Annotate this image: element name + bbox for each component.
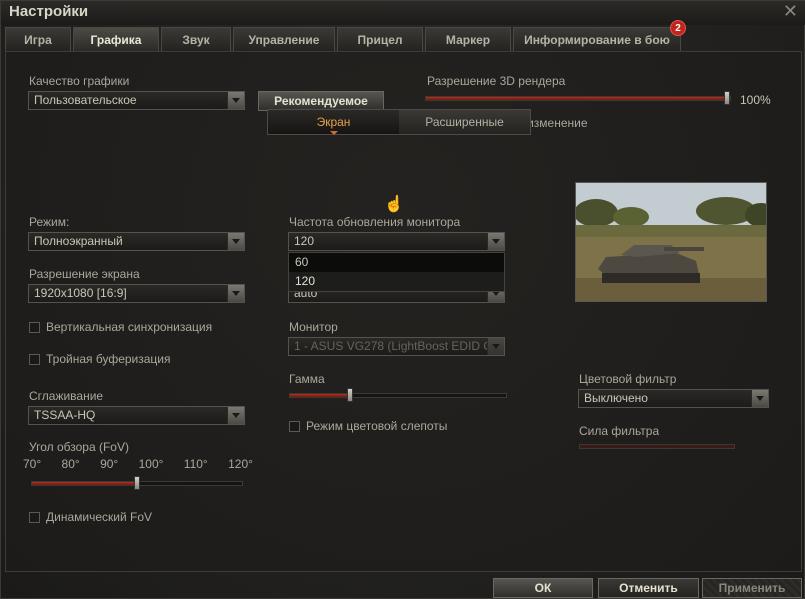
fov-tick: 90° xyxy=(100,457,119,471)
dropdown-option[interactable]: 60 xyxy=(289,253,504,272)
checkbox-box xyxy=(29,511,40,523)
chevron-down-icon xyxy=(227,407,244,424)
fov-slider[interactable] xyxy=(31,476,243,490)
chevron-down-icon xyxy=(487,233,504,250)
subtab-screen[interactable]: Экран xyxy=(268,110,399,135)
vsync-label: Вертикальная синхронизация xyxy=(46,320,213,334)
render-resolution-value: 100% xyxy=(740,93,771,107)
fov-tick: 110° xyxy=(183,457,208,471)
chevron-down-icon xyxy=(227,233,244,250)
tab-reticle[interactable]: Прицел xyxy=(337,27,423,51)
fov-tick: 70° xyxy=(23,457,42,471)
mouse-pointer-icon: ☝ xyxy=(384,196,404,213)
resolution-label: Разрешение экрана xyxy=(29,267,140,281)
dynamic-fov-label: Динамический FoV xyxy=(46,510,153,524)
notification-badge: 2 xyxy=(670,20,686,36)
render-resolution-thumb[interactable] xyxy=(724,91,730,105)
subtab-advanced[interactable]: Расширенные xyxy=(399,110,530,134)
recommended-button[interactable]: Рекомендуемое xyxy=(258,91,384,111)
window-title: Настройки xyxy=(9,3,89,20)
cancel-button[interactable]: Отменить xyxy=(598,578,699,598)
fov-tick: 80° xyxy=(61,457,80,471)
checkbox-box xyxy=(29,321,40,333)
monitor-label: Монитор xyxy=(289,320,338,334)
preview-image xyxy=(575,182,767,302)
quality-select[interactable]: Пользовательское xyxy=(28,91,245,110)
gamma-slider[interactable] xyxy=(289,388,507,402)
filter-strength-label: Сила фильтра xyxy=(579,424,660,438)
settings-window: Настройки ✕ Игра Графика Звук Управление… xyxy=(0,0,805,599)
quality-label: Качество графики xyxy=(29,74,130,88)
close-icon[interactable]: ✕ xyxy=(783,1,798,22)
vsync-checkbox[interactable]: Вертикальная синхронизация xyxy=(29,320,212,334)
tab-marker[interactable]: Маркер xyxy=(425,27,511,51)
filter-strength-slider xyxy=(579,444,735,449)
tab-graphics[interactable]: Графика xyxy=(73,27,159,51)
refresh-rate-label: Частота обновления монитора xyxy=(289,215,461,229)
fov-tick: 120° xyxy=(228,457,253,471)
tab-game[interactable]: Игра xyxy=(5,27,71,51)
title-bar: Настройки ✕ xyxy=(1,1,805,25)
tab-sound[interactable]: Звук xyxy=(161,27,231,51)
mode-select[interactable]: Полноэкранный xyxy=(28,232,245,251)
dynamic-fov-checkbox[interactable]: Динамический FoV xyxy=(29,510,152,524)
chevron-down-icon xyxy=(487,338,504,355)
checkbox-box xyxy=(29,353,40,365)
fov-fill xyxy=(32,482,137,485)
triple-buffer-label: Тройная буферизация xyxy=(46,352,171,366)
subtabs: Экран Расширенные xyxy=(267,109,531,135)
fov-thumb[interactable] xyxy=(134,476,140,490)
aa-label: Сглаживание xyxy=(29,389,104,403)
tab-controls[interactable]: Управление xyxy=(233,27,335,51)
settings-tabs: Игра Графика Звук Управление Прицел Марк… xyxy=(5,20,686,51)
colorblind-checkbox[interactable]: Режим цветовой слепоты xyxy=(289,419,447,433)
fov-tick-labels: 70° 80° 90° 100° 110° 120° xyxy=(23,457,253,471)
gamma-label: Гамма xyxy=(289,372,325,386)
aa-select[interactable]: TSSAA-HQ xyxy=(28,406,245,425)
gamma-thumb[interactable] xyxy=(347,388,354,402)
dropdown-option-selected[interactable]: 120 xyxy=(289,272,504,291)
gamma-fill xyxy=(290,394,351,397)
fov-tick: 100° xyxy=(138,457,164,471)
filter-strength-fill xyxy=(580,445,734,448)
render-resolution-slider[interactable] xyxy=(425,91,731,105)
fov-label: Угол обзора (FoV) xyxy=(29,440,129,454)
mode-label: Режим: xyxy=(29,215,70,229)
resolution-select[interactable]: 1920x1080 [16:9] xyxy=(28,284,245,303)
color-filter-select[interactable]: Выключено xyxy=(578,389,769,408)
checkbox-box xyxy=(289,420,300,432)
triple-buffer-checkbox[interactable]: Тройная буферизация xyxy=(29,352,171,366)
ok-button[interactable]: ОК xyxy=(493,578,593,598)
colorblind-label: Режим цветовой слепоты xyxy=(306,419,448,433)
refresh-rate-dropdown: 60 120 xyxy=(288,252,505,292)
color-filter-label: Цветовой фильтр xyxy=(579,372,677,386)
chevron-down-icon xyxy=(751,390,768,407)
monitor-select: 1 - ASUS VG278 (LightBoost EDID O xyxy=(288,337,505,356)
tank-preview-illustration xyxy=(576,183,766,301)
chevron-down-icon xyxy=(227,285,244,302)
apply-button[interactable]: Применить xyxy=(702,578,802,598)
chevron-down-icon xyxy=(329,131,338,135)
tab-battle-info[interactable]: Информирование в бою 2 xyxy=(513,20,686,51)
bottom-bar: ОК Отменить Применить xyxy=(1,574,805,599)
chevron-down-icon xyxy=(227,92,244,109)
render-resolution-fill xyxy=(426,97,730,100)
refresh-rate-select[interactable]: 120 xyxy=(288,232,505,251)
render-resolution-label: Разрешение 3D рендера xyxy=(427,74,566,88)
